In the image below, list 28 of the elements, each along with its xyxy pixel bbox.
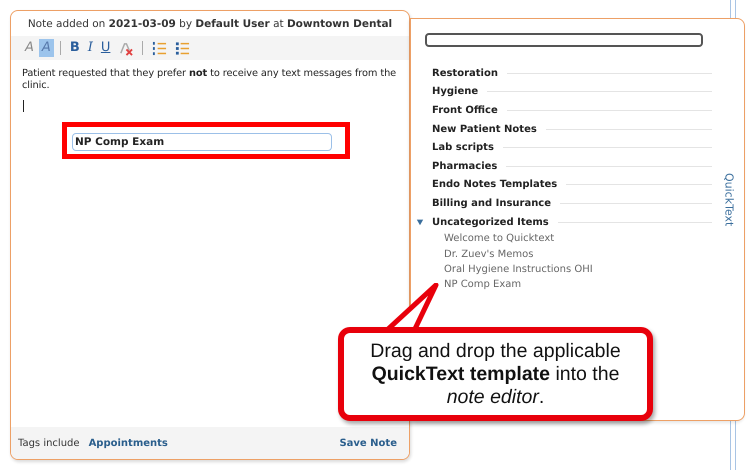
text-cursor — [23, 100, 24, 112]
template-field[interactable]: NP Comp Exam — [72, 133, 332, 151]
category-label[interactable]: Uncategorized Items — [432, 216, 549, 228]
panel-title[interactable]: QuickText — [722, 172, 736, 226]
category-label[interactable]: Billing and Insurance — [432, 198, 552, 209]
template-item[interactable]: Oral Hygiene Instructions OHI — [416, 262, 712, 277]
category-label[interactable]: Restoration — [432, 68, 498, 79]
bold-button[interactable]: B — [68, 40, 82, 56]
search-field[interactable] — [425, 33, 703, 47]
tag-link[interactable]: Appointments — [88, 438, 168, 448]
category-label[interactable]: New Patient Notes — [432, 124, 537, 135]
tags-label: Tags include — [18, 438, 80, 448]
expand-triangle-icon[interactable] — [416, 218, 424, 226]
category-label[interactable]: Endo Notes Templates — [432, 179, 558, 190]
category-label[interactable]: Front Office — [432, 104, 498, 116]
category-label[interactable]: Lab scripts — [432, 142, 494, 154]
note-header: Note added on 2021-03-09 by Default User at Downtown Dental — [26, 17, 394, 32]
italic-button[interactable]: I — [86, 40, 95, 56]
template-item[interactable]: Welcome to Quicktext — [416, 231, 712, 247]
font-button[interactable]: A — [23, 40, 36, 56]
category-label[interactable]: Pharmacies — [432, 160, 498, 172]
underline-button[interactable]: U — [98, 40, 112, 56]
save-note-link[interactable]: Save Note — [339, 438, 397, 448]
callout-text: Drag and drop the applicable QuickText template into the note editor. — [369, 340, 622, 408]
note-text: Patient requested that they prefer not to receive any text messages from the clinic. — [22, 68, 398, 92]
category-label[interactable]: Hygiene — [432, 86, 478, 98]
template-item[interactable]: NP Comp Exam — [416, 276, 712, 292]
template-item[interactable]: Dr. Zuev's Memos — [416, 246, 712, 262]
